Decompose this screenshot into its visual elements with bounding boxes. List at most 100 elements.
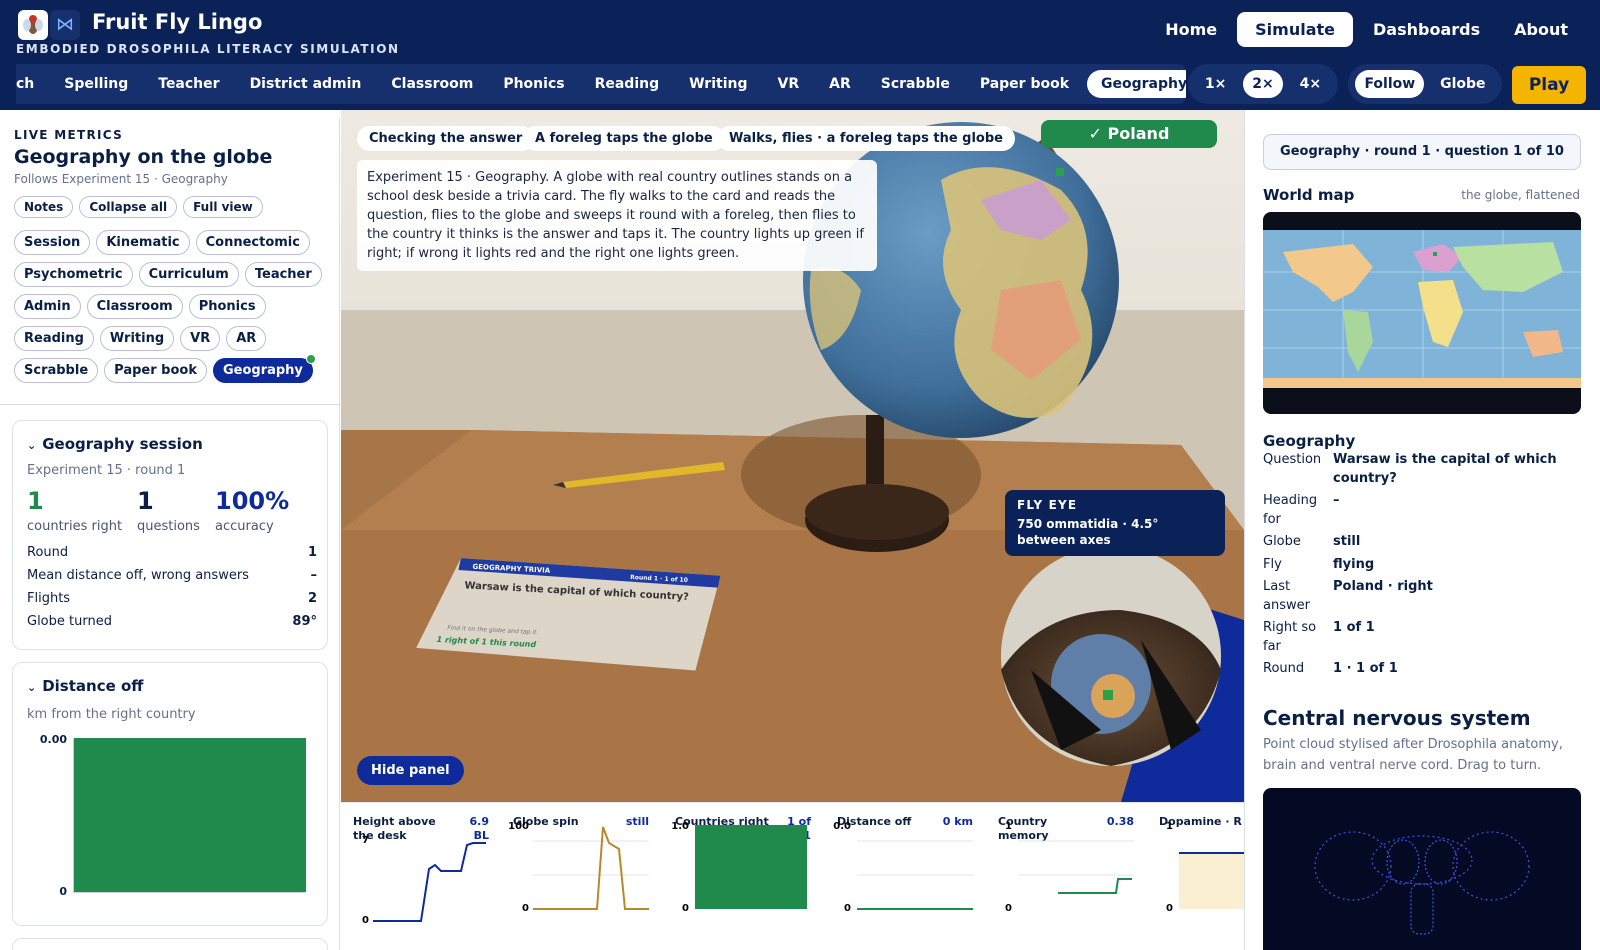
mini-charts-strip: Height above the desk 6.9 BL 70 Globe sp… [341, 802, 1244, 950]
mini-chart-globe-spin: Globe spin still 100 0 [501, 809, 651, 949]
simulation-viewport[interactable]: GEOGRAPHY TRIVIA Round 1 · 1 of 10 Warsa… [341, 110, 1244, 802]
stat-questions: 1 [137, 487, 154, 515]
mode-tab-teacher[interactable]: Teacher [144, 70, 233, 98]
metrics-panel: LIVE METRICS Geography on the globe Foll… [0, 118, 340, 950]
mode-tab-geography[interactable]: Geography [1087, 70, 1186, 98]
row-globe-turned-value: 89° [292, 614, 317, 629]
cns-point-cloud[interactable] [1263, 788, 1581, 950]
stat-questions-label: questions [137, 519, 200, 534]
mini-ymax: 7 [362, 835, 369, 846]
mode-tab-scrabble[interactable]: Scrabble [867, 70, 964, 98]
mode-tab-reading[interactable]: Reading [581, 70, 674, 98]
metric-tab-vr[interactable]: VR [180, 326, 221, 351]
row-mean-distance-label: Mean distance off, wrong answers [27, 568, 249, 583]
fact-label: Last answer [1263, 579, 1310, 613]
metric-tab-paper-book[interactable]: Paper book [104, 358, 207, 383]
speed-2x[interactable]: 2× [1243, 70, 1283, 98]
fact-value: – [1333, 493, 1340, 508]
row-flights-label: Flights [27, 591, 71, 606]
app-subtitle: EMBODIED DROSOPHILA LITERACY SIMULATION [16, 42, 400, 56]
notes-button[interactable]: Notes [14, 196, 74, 218]
metric-tab-curriculum[interactable]: Curriculum [138, 262, 239, 287]
distance-card-title: Distance off [42, 677, 144, 695]
fact-value: 1 · 1 of 1 [1333, 661, 1398, 676]
metric-tab-geography-label: Geography [222, 363, 303, 378]
fact-heading-for: Heading for – [1263, 491, 1583, 529]
camera-globe[interactable]: Globe [1431, 70, 1494, 98]
nav-about[interactable]: About [1500, 12, 1582, 47]
world-map-title: World map [1263, 186, 1355, 204]
distance-card-header[interactable]: ⌄ Distance off [27, 677, 143, 695]
nav-simulate[interactable]: Simulate [1237, 12, 1354, 47]
play-button[interactable]: Play [1512, 66, 1586, 104]
metric-tab-admin[interactable]: Admin [14, 294, 81, 319]
distance-ymin-label: 0 [59, 885, 67, 898]
metrics-subtitle: Follows Experiment 15 · Geography [14, 172, 228, 186]
stat-countries-right: 1 [27, 487, 44, 515]
metric-tab-teacher[interactable]: Teacher [244, 262, 322, 287]
metric-tab-classroom[interactable]: Classroom [86, 294, 183, 319]
full-view-button[interactable]: Full view [183, 196, 263, 218]
dna-logo-icon: ⋈ [50, 10, 80, 40]
fly-logo-icon [18, 10, 48, 40]
fact-round: Round 1 · 1 of 1 [1263, 659, 1583, 678]
stat-countries-right-label: countries right [27, 519, 123, 534]
collapse-all-button[interactable]: Collapse all [79, 196, 178, 218]
round-info: Geography · round 1 · question 1 of 10 [1263, 134, 1581, 170]
metric-tab-writing[interactable]: Writing [99, 326, 175, 351]
camera-selector: Follow Globe [1348, 64, 1502, 104]
state-tag-behaviour: Walks, flies · a foreleg taps the globe [717, 126, 1015, 151]
geography-session-card: ⌄ Geography session Experiment 15 · round… [12, 420, 328, 650]
fact-label: Fly [1263, 557, 1282, 572]
mode-tab-writing[interactable]: Writing [675, 70, 761, 98]
hide-panel-button[interactable]: Hide panel [357, 756, 464, 785]
mode-tab-paper-book[interactable]: Paper book [966, 70, 1083, 98]
app-title: Fruit Fly Lingo [92, 10, 263, 34]
nav-home[interactable]: Home [1151, 12, 1231, 47]
fact-value: still [1333, 534, 1361, 549]
fact-globe: Globe still [1263, 532, 1583, 551]
metric-tab-geography[interactable]: Geography [212, 354, 316, 383]
metric-tab-reading[interactable]: Reading [14, 326, 94, 351]
stat-accuracy-label: accuracy [215, 519, 274, 534]
mode-tab-classroom[interactable]: Classroom [377, 70, 487, 98]
fact-last-answer: Last answer Poland · right [1263, 577, 1583, 615]
mode-tab-vr[interactable]: VR [764, 70, 814, 98]
metric-tab-scrabble[interactable]: Scrabble [14, 358, 99, 383]
camera-follow[interactable]: Follow [1355, 70, 1425, 98]
session-card-subtitle: Experiment 15 · round 1 [27, 463, 186, 478]
fact-value: flying [1333, 557, 1375, 572]
world-map[interactable] [1263, 212, 1581, 414]
height-series-line [373, 842, 486, 922]
section-label: LIVE METRICS [14, 128, 124, 142]
mini-ymin: 0 [522, 903, 529, 914]
metric-tab-session[interactable]: Session [14, 230, 91, 255]
experiment-description: Experiment 15 · Geography. A globe with … [357, 160, 877, 271]
fly-eye-view [1001, 546, 1221, 766]
mini-chart-country-memory: Country memory 0.38 10 [986, 809, 1136, 949]
mini-chart-distance-off: Distance off 0 km 0.0 0 [825, 809, 975, 949]
distance-card-subtitle: km from the right country [27, 707, 196, 722]
view-buttons: Notes Collapse all Full view [14, 196, 330, 218]
mode-tab-district-admin[interactable]: District admin [236, 70, 376, 98]
fact-right-so-far: Right so far 1 of 1 [1263, 618, 1583, 656]
result-badge: ✓ Poland [1041, 120, 1217, 148]
row-globe-turned-label: Globe turned [27, 614, 112, 629]
metric-tab-phonics[interactable]: Phonics [188, 294, 266, 319]
mode-tab-research[interactable]: ch [16, 70, 48, 98]
metric-tab-connectomic[interactable]: Connectomic [195, 230, 310, 255]
speed-1x[interactable]: 1× [1196, 70, 1235, 98]
session-card-header[interactable]: ⌄ Geography session [27, 435, 203, 453]
mini-ymax: 1.0 [671, 821, 689, 832]
speed-4x[interactable]: 4× [1291, 70, 1330, 98]
nav-dashboards[interactable]: Dashboards [1359, 12, 1494, 47]
metric-tab-ar[interactable]: AR [226, 326, 267, 351]
metric-tab-psychometric[interactable]: Psychometric [14, 262, 133, 287]
fly-eye-panel: FLY EYE 750 ommatidia · 4.5° between axe… [1005, 490, 1225, 556]
mode-tab-ar[interactable]: AR [815, 70, 865, 98]
mini-ymax: 1 [1166, 821, 1173, 832]
distance-off-card: ⌄ Distance off km from the right country … [12, 662, 328, 926]
mode-tab-spelling[interactable]: Spelling [50, 70, 142, 98]
mode-tab-phonics[interactable]: Phonics [489, 70, 578, 98]
metric-tab-kinematic[interactable]: Kinematic [96, 230, 190, 255]
